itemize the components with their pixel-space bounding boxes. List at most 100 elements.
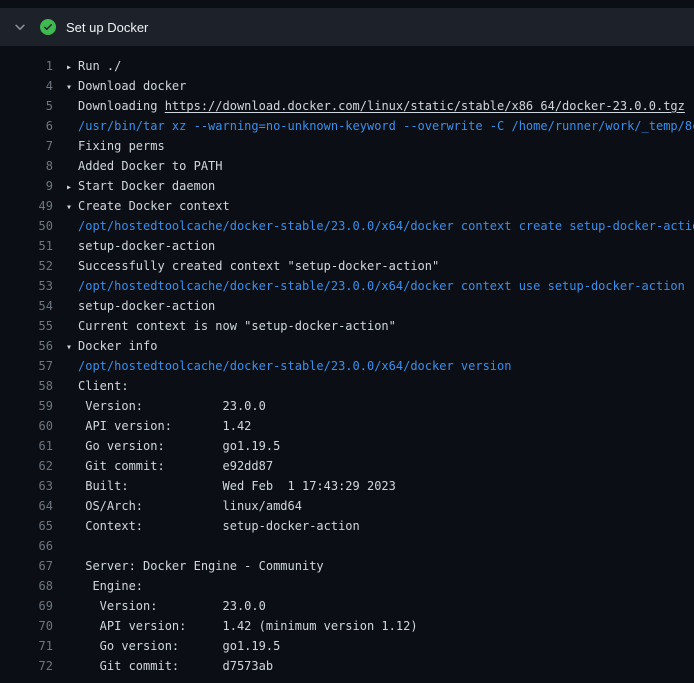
log-url-link[interactable]: https://download.docker.com/linux/static…: [165, 99, 685, 113]
log-line: 7 Fixing perms: [0, 136, 694, 156]
line-number[interactable]: 67: [0, 556, 53, 576]
log-line: 72 Git commit: d7573ab: [0, 656, 694, 676]
line-text: Git commit: e92dd87: [78, 456, 273, 476]
line-text: /opt/hostedtoolcache/docker-stable/23.0.…: [78, 276, 685, 296]
line-text: API version: 1.42 (minimum version 1.12): [78, 616, 418, 636]
group-expanded-arrow-icon: ▾: [66, 198, 78, 216]
log-line: 58 Client:: [0, 376, 694, 396]
log-line[interactable]: 49 ▾ Create Docker context: [0, 196, 694, 216]
chevron-down-icon[interactable]: [13, 20, 27, 34]
step-header[interactable]: Set up Docker: [0, 8, 694, 46]
log-line: 71 Go version: go1.19.5: [0, 636, 694, 656]
line-text: Version: 23.0.0: [78, 596, 266, 616]
line-number[interactable]: 60: [0, 416, 53, 436]
workflow-log-page: Set up Docker 1 ▸ Run ./ 4 ▾ Download do…: [0, 0, 694, 683]
line-number[interactable]: 53: [0, 276, 53, 296]
line-text: API version: 1.42: [78, 416, 251, 436]
group-collapsed-arrow-icon: ▸: [66, 178, 78, 196]
line-text: Engine:: [78, 576, 143, 596]
log-line: 5 Downloading https://download.docker.co…: [0, 96, 694, 116]
group-collapsed-arrow-icon: ▸: [66, 58, 78, 76]
line-number[interactable]: 54: [0, 296, 53, 316]
log-line: 65 Context: setup-docker-action: [0, 516, 694, 536]
log-line: 68 Engine:: [0, 576, 694, 596]
line-text: Go version: go1.19.5: [78, 636, 280, 656]
line-number[interactable]: 63: [0, 476, 53, 496]
line-text: Docker info: [78, 336, 157, 356]
line-number[interactable]: 51: [0, 236, 53, 256]
line-number[interactable]: 56: [0, 336, 53, 356]
line-text: /opt/hostedtoolcache/docker-stable/23.0.…: [78, 216, 694, 236]
log-line: 64 OS/Arch: linux/amd64: [0, 496, 694, 516]
line-number[interactable]: 66: [0, 536, 53, 556]
line-text: Fixing perms: [78, 136, 165, 156]
line-number[interactable]: 4: [0, 76, 53, 96]
log-line: 60 API version: 1.42: [0, 416, 694, 436]
group-expanded-arrow-icon: ▾: [66, 78, 78, 96]
log-line: 67 Server: Docker Engine - Community: [0, 556, 694, 576]
line-number[interactable]: 65: [0, 516, 53, 536]
line-number[interactable]: 64: [0, 496, 53, 516]
log-line: 55 Current context is now "setup-docker-…: [0, 316, 694, 336]
log-line[interactable]: 1 ▸ Run ./: [0, 56, 694, 76]
line-text: Server: Docker Engine - Community: [78, 556, 324, 576]
line-number[interactable]: 7: [0, 136, 53, 156]
line-text: setup-docker-action: [78, 236, 215, 256]
log-line: 50 /opt/hostedtoolcache/docker-stable/23…: [0, 216, 694, 236]
step-title: Set up Docker: [66, 20, 148, 35]
line-number[interactable]: 1: [0, 56, 53, 76]
line-number[interactable]: 52: [0, 256, 53, 276]
line-number[interactable]: 57: [0, 356, 53, 376]
log-text-segment: Downloading: [78, 99, 165, 113]
log-line: 66: [0, 536, 694, 556]
line-number[interactable]: 71: [0, 636, 53, 656]
line-text: Context: setup-docker-action: [78, 516, 360, 536]
log-line[interactable]: 9 ▸ Start Docker daemon: [0, 176, 694, 196]
line-text: /opt/hostedtoolcache/docker-stable/23.0.…: [78, 356, 511, 376]
line-number[interactable]: 68: [0, 576, 53, 596]
line-number[interactable]: 49: [0, 196, 53, 216]
log-line[interactable]: 56 ▾ Docker info: [0, 336, 694, 356]
line-text: Create Docker context: [78, 196, 230, 216]
group-expanded-arrow-icon: ▾: [66, 338, 78, 356]
log-line: 59 Version: 23.0.0: [0, 396, 694, 416]
line-text: Current context is now "setup-docker-act…: [78, 316, 396, 336]
line-text: setup-docker-action: [78, 296, 215, 316]
log-line: 6 /usr/bin/tar xz --warning=no-unknown-k…: [0, 116, 694, 136]
line-text: Successfully created context "setup-dock…: [78, 256, 439, 276]
line-number[interactable]: 59: [0, 396, 53, 416]
log-line: 62 Git commit: e92dd87: [0, 456, 694, 476]
log-line[interactable]: 4 ▾ Download docker: [0, 76, 694, 96]
line-number[interactable]: 50: [0, 216, 53, 236]
line-text: Go version: go1.19.5: [78, 436, 280, 456]
line-number[interactable]: 58: [0, 376, 53, 396]
log-line: 52 Successfully created context "setup-d…: [0, 256, 694, 276]
line-number[interactable]: 8: [0, 156, 53, 176]
log-line: 63 Built: Wed Feb 1 17:43:29 2023: [0, 476, 694, 496]
log-lines: 1 ▸ Run ./ 4 ▾ Download docker 5 Downloa…: [0, 46, 694, 676]
line-number[interactable]: 69: [0, 596, 53, 616]
line-text: Run ./: [78, 56, 121, 76]
log-line: 54 setup-docker-action: [0, 296, 694, 316]
log-line: 51 setup-docker-action: [0, 236, 694, 256]
line-text: Downloading https://download.docker.com/…: [78, 96, 685, 116]
log-line: 69 Version: 23.0.0: [0, 596, 694, 616]
line-text: Added Docker to PATH: [78, 156, 223, 176]
line-text: Download docker: [78, 76, 186, 96]
line-text: Git commit: d7573ab: [78, 656, 273, 676]
line-number[interactable]: 6: [0, 116, 53, 136]
log-line: 8 Added Docker to PATH: [0, 156, 694, 176]
line-number[interactable]: 62: [0, 456, 53, 476]
log-line: 61 Go version: go1.19.5: [0, 436, 694, 456]
line-text: Start Docker daemon: [78, 176, 215, 196]
line-text: Version: 23.0.0: [78, 396, 266, 416]
log-line: 70 API version: 1.42 (minimum version 1.…: [0, 616, 694, 636]
line-number[interactable]: 61: [0, 436, 53, 456]
line-number[interactable]: 55: [0, 316, 53, 336]
line-number[interactable]: 9: [0, 176, 53, 196]
success-check-icon: [40, 19, 56, 35]
line-number[interactable]: 70: [0, 616, 53, 636]
top-spacer: [0, 0, 694, 8]
line-number[interactable]: 5: [0, 96, 53, 116]
line-number[interactable]: 72: [0, 656, 53, 676]
